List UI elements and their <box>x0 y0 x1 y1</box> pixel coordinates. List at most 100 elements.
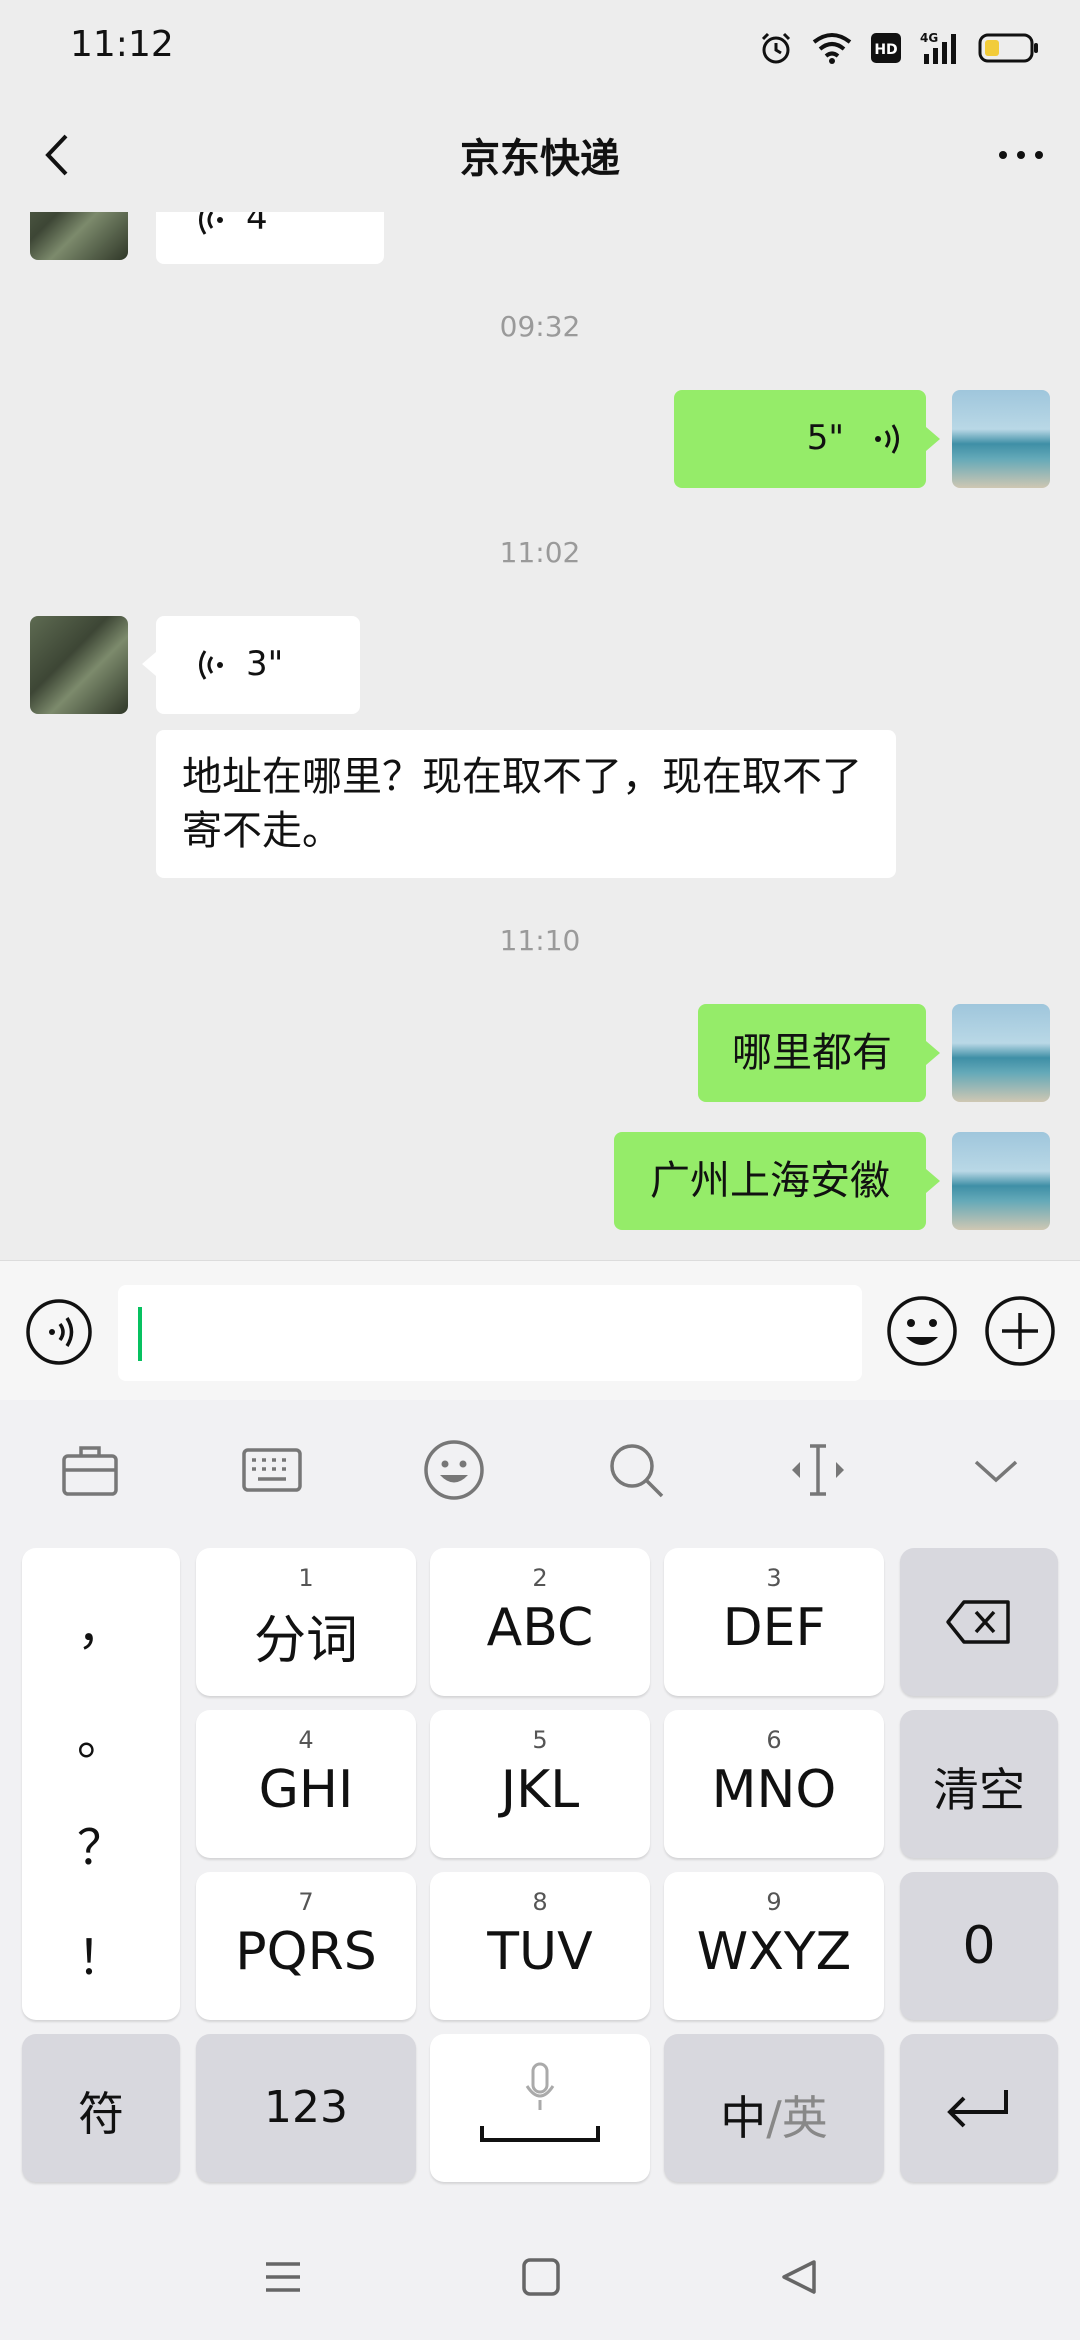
text-message-out[interactable]: 哪里都有 <box>698 1004 926 1102</box>
search-icon[interactable] <box>604 1438 668 1502</box>
status-time: 11:12 <box>70 24 174 65</box>
menu-icon[interactable] <box>262 2256 304 2298</box>
key-label: 符 <box>78 2087 124 2141</box>
key-2-abc[interactable]: 2 ABC <box>430 1548 650 1696</box>
key-number: 7 <box>298 1888 314 1916</box>
key-6-mno[interactable]: 6 MNO <box>664 1710 884 1858</box>
voice-message-in[interactable]: 4 <box>156 212 384 264</box>
key-label: 中/英 <box>664 2082 884 2148</box>
backspace-key[interactable] <box>900 1548 1058 1696</box>
key-label: PQRS <box>235 1922 377 1982</box>
timestamp: 09:32 <box>499 310 581 343</box>
key-number: 2 <box>532 1564 548 1592</box>
voice-duration: 3" <box>246 644 284 684</box>
key-label: MNO <box>711 1760 837 1820</box>
key-label: 清空 <box>933 1763 1025 1817</box>
key-number: 8 <box>532 1888 548 1916</box>
key-number: 1 <box>298 1564 314 1592</box>
text-caret <box>138 1307 142 1361</box>
space-key[interactable] <box>430 2034 650 2182</box>
keyboard: ， 。 ？ ！ 1 分词 2 ABC 3 DEF 4 GHI 5 JKL 6 M… <box>0 1400 1080 2340</box>
message-text: 哪里都有 <box>732 1030 892 1076</box>
punct-period[interactable]: 。 <box>22 1698 180 1768</box>
add-more-icon[interactable] <box>982 1293 1058 1369</box>
voice-message-in[interactable]: 3" <box>156 616 360 714</box>
bubble-tail <box>926 427 940 451</box>
voice-message-out[interactable]: 5" <box>674 390 926 488</box>
key-7-pqrs[interactable]: 7 PQRS <box>196 1872 416 2020</box>
backspace-icon <box>946 1600 1010 1644</box>
bubble-tail <box>926 1169 940 1193</box>
toolbox-icon[interactable] <box>58 1438 122 1502</box>
hd-icon: HD <box>871 33 901 63</box>
key-8-tuv[interactable]: 8 TUV <box>430 1872 650 2020</box>
key-number: 4 <box>298 1726 314 1754</box>
wifi-icon <box>812 33 852 64</box>
key-label: ABC <box>486 1598 594 1658</box>
language-switch-key[interactable]: 中/英 <box>664 2034 884 2182</box>
voice-duration: 4 <box>246 212 268 238</box>
punct-comma[interactable]: ， <box>22 1588 180 1658</box>
my-avatar[interactable] <box>952 1004 1050 1102</box>
more-options-icon[interactable] <box>986 120 1056 190</box>
alarm-icon <box>761 32 791 64</box>
cursor-move-icon[interactable] <box>786 1438 850 1502</box>
key-1-fenci[interactable]: 1 分词 <box>196 1548 416 1696</box>
key-label: DEF <box>722 1598 826 1658</box>
back-nav-icon[interactable] <box>778 2256 820 2298</box>
key-3-def[interactable]: 3 DEF <box>664 1548 884 1696</box>
punctuation-column[interactable]: ， 。 ？ ！ <box>22 1548 180 2020</box>
timestamp: 11:02 <box>499 536 581 569</box>
message-list[interactable]: 4 09:32 5" 11:02 3" 地址在哪里？现在取不了，现在取不了寄不走… <box>0 212 1080 1260</box>
message-text: 广州上海安徽 <box>650 1158 890 1204</box>
contact-avatar[interactable] <box>30 212 128 260</box>
emoji-panel-icon[interactable] <box>422 1438 486 1502</box>
key-5-jkl[interactable]: 5 JKL <box>430 1710 650 1858</box>
key-label: TUV <box>487 1922 593 1982</box>
key-4-ghi[interactable]: 4 GHI <box>196 1710 416 1858</box>
text-message-out[interactable]: 广州上海安徽 <box>614 1132 926 1230</box>
key-number: 9 <box>766 1888 782 1916</box>
bubble-tail <box>142 652 156 676</box>
voice-input-toggle-icon[interactable] <box>24 1297 94 1367</box>
contact-avatar[interactable] <box>30 616 128 714</box>
status-bar: 11:12 HD 4G <box>0 0 1080 96</box>
keyboard-toolbar <box>0 1400 1080 1530</box>
voice-duration: 5" <box>806 418 844 458</box>
svg-text:HD: HD <box>874 42 897 58</box>
space-bar-icon <box>480 2126 600 2142</box>
message-input[interactable] <box>118 1285 862 1381</box>
symbol-key[interactable]: 符 <box>22 2034 180 2182</box>
enter-key[interactable] <box>900 2034 1058 2182</box>
emoji-icon[interactable] <box>884 1293 960 1369</box>
key-0[interactable]: 0 <box>900 1872 1058 2020</box>
system-nav-bar <box>0 2220 1080 2340</box>
chat-title: 京东快递 <box>460 136 620 182</box>
key-label: GHI <box>258 1760 354 1820</box>
my-avatar[interactable] <box>952 1132 1050 1230</box>
battery-icon <box>978 33 1038 63</box>
punct-exclaim[interactable]: ！ <box>22 1918 180 1988</box>
status-icons: HD 4G <box>758 26 1040 70</box>
voice-wave-icon <box>199 650 223 680</box>
my-avatar[interactable] <box>952 390 1050 488</box>
key-label: WXYZ <box>696 1922 852 1982</box>
bubble-tail <box>926 1041 940 1065</box>
key-label: 0 <box>962 1916 996 1976</box>
microphone-icon <box>525 2062 555 2110</box>
home-icon[interactable] <box>520 2256 562 2298</box>
lang-cn: 中 <box>720 2091 767 2145</box>
keyboard-switch-icon[interactable] <box>240 1438 304 1502</box>
key-9-wxyz[interactable]: 9 WXYZ <box>664 1872 884 2020</box>
key-number: 6 <box>766 1726 782 1754</box>
clear-key[interactable]: 清空 <box>900 1710 1058 1858</box>
collapse-keyboard-icon[interactable] <box>964 1438 1028 1502</box>
text-message-in[interactable]: 地址在哪里？现在取不了，现在取不了寄不走。 <box>156 730 896 878</box>
lang-separator: / <box>766 2091 782 2145</box>
numeric-key[interactable]: 123 <box>196 2034 416 2182</box>
voice-wave-icon <box>199 212 223 235</box>
network-type-label: 4G <box>920 31 938 45</box>
key-number: 5 <box>532 1726 548 1754</box>
enter-icon <box>947 2090 1008 2128</box>
punct-question[interactable]: ？ <box>22 1808 180 1878</box>
